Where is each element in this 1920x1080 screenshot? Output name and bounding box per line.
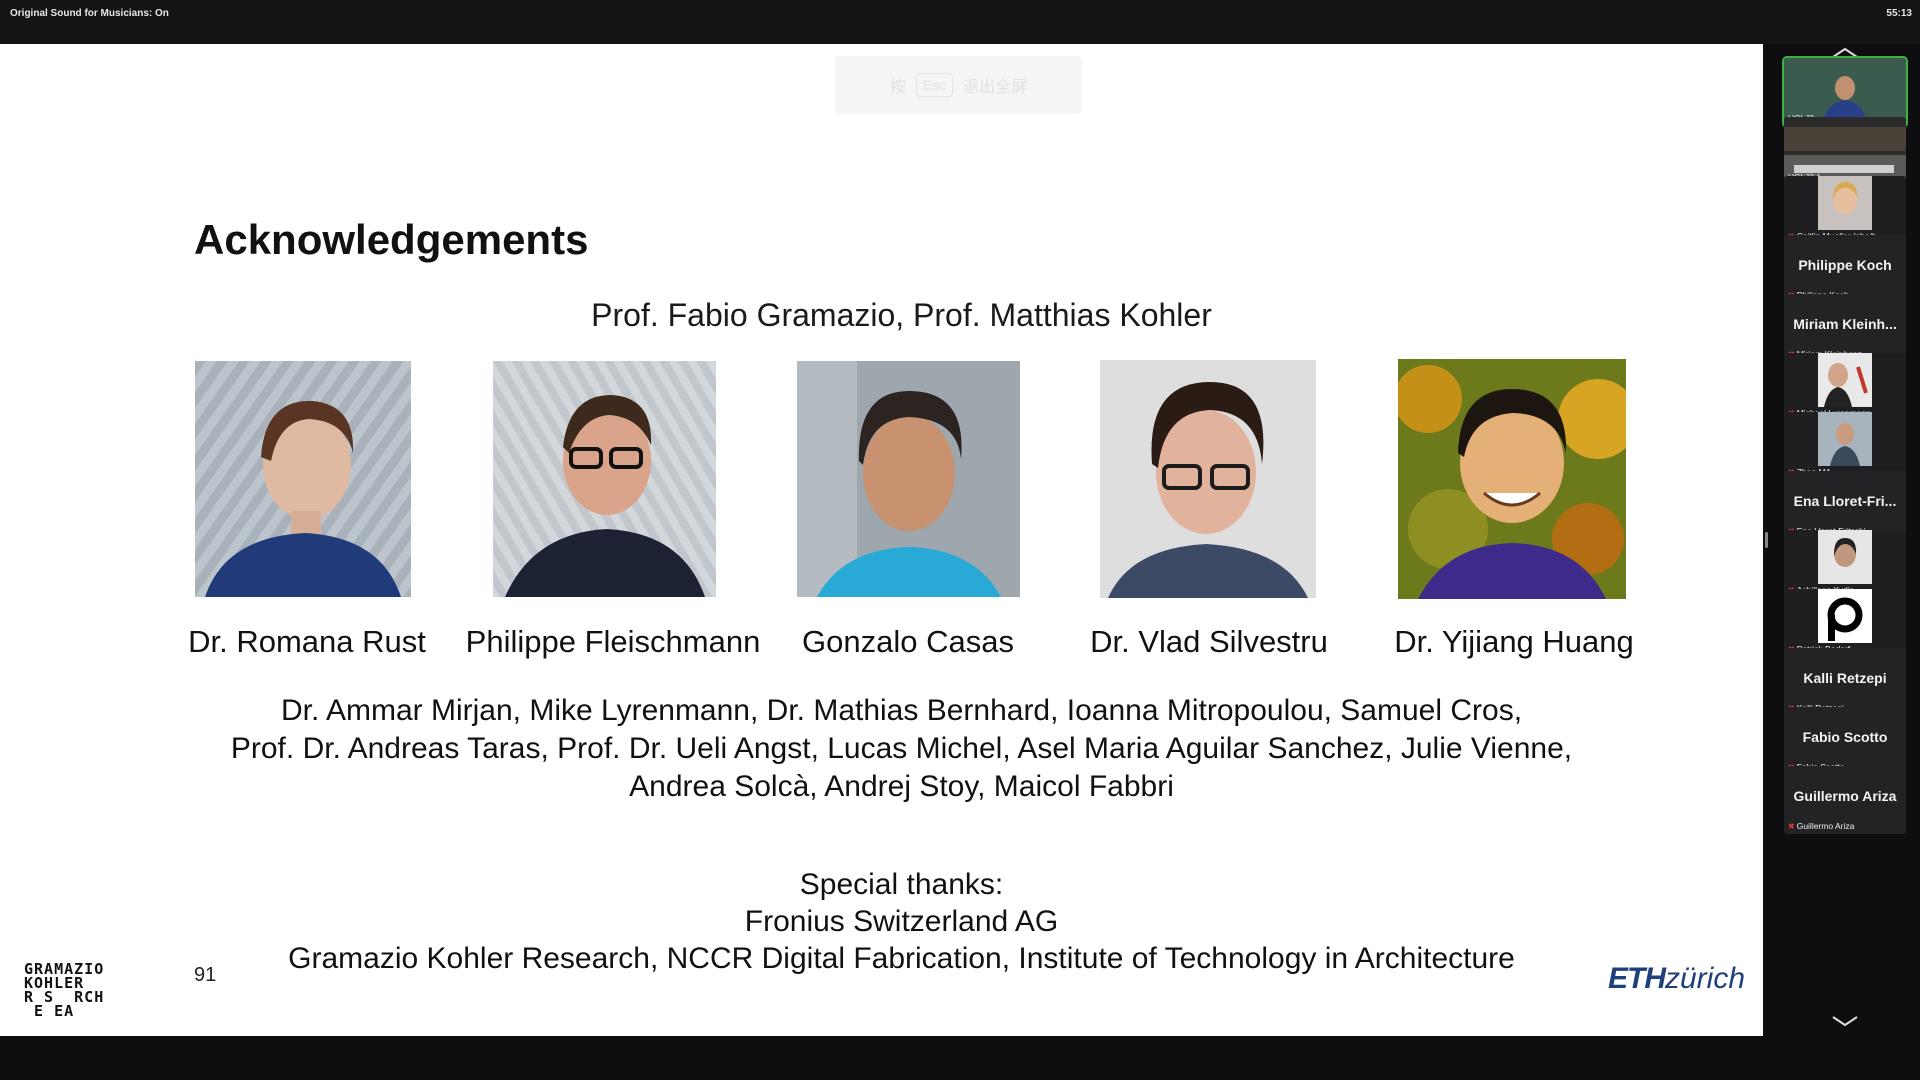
- slide-title: Acknowledgements: [194, 216, 589, 263]
- special-thanks-line: Fronius Switzerland AG: [744, 905, 1059, 938]
- participant-tile[interactable]: HCI J2 1: [1784, 117, 1906, 185]
- participant-tile[interactable]: HCI J2: [1782, 56, 1908, 128]
- participant-tile[interactable]: Ena Lloret-Fri...✖Ena Lloret-Fritschi: [1784, 471, 1906, 539]
- top-bar: Original Sound for Musicians: On 55:13: [0, 0, 1920, 44]
- participant-display-name: Guillermo Ariza: [1793, 788, 1897, 804]
- participant-tile[interactable]: Philippe Koch✖Philippe Koch: [1784, 235, 1906, 303]
- original-sound-status[interactable]: Original Sound for Musicians: On: [10, 8, 169, 19]
- person-name: Dr. Vlad Silvestru: [1090, 624, 1328, 659]
- special-thanks: Special thanks: Fronius Switzerland AG G…: [0, 866, 1763, 977]
- participant-tile[interactable]: ✖Zhao MA: [1784, 412, 1906, 480]
- participant-display-name: Ena Lloret-Fri...: [1793, 493, 1897, 509]
- participant-tile[interactable]: Guillermo Ariza ✖ Guillermo Ariza: [1784, 766, 1906, 834]
- person-photo: [195, 361, 411, 597]
- participants-sidebar: HCI J2HCI J2 1✖Caitlin Mueller (she/h...…: [1770, 44, 1920, 1036]
- participant-name-label: ✖ Guillermo Ariza: [1788, 821, 1855, 831]
- meeting-timer: 55:13: [1886, 8, 1912, 19]
- contributors-line: Andrea Solcà, Andrej Stoy, Maicol Fabbri: [629, 770, 1174, 803]
- person-photo: [1100, 360, 1316, 598]
- person-name: Dr. Yijiang Huang: [1394, 624, 1634, 659]
- panel-resize-handle[interactable]: [1765, 532, 1768, 548]
- participant-tile[interactable]: ✖Achilleas Xydis: [1784, 530, 1906, 598]
- contributors-line: Prof. Dr. Andreas Taras, Prof. Dr. Ueli …: [230, 732, 1573, 765]
- slide-page-number: 91: [194, 964, 217, 986]
- person-name: Dr. Romana Rust: [188, 624, 426, 659]
- participant-display-name: Kalli Retzepi: [1803, 670, 1887, 686]
- scroll-down-icon[interactable]: [1830, 1014, 1860, 1028]
- participant-display-name: Fabio Scotto: [1802, 729, 1888, 745]
- gramazio-kohler-logo: GRAMAZIO KOHLER R S RCH E EA: [24, 960, 105, 1020]
- muted-mic-icon: ✖: [1788, 822, 1795, 831]
- person-photo: [493, 361, 716, 597]
- special-thanks-heading: Special thanks:: [799, 868, 1004, 901]
- person-name: Philippe Fleischmann: [465, 624, 761, 659]
- participant-tile[interactable]: ✖Caitlin Mueller (she/h...: [1784, 176, 1906, 244]
- eth-zurich-logo: ETHzürich: [1608, 962, 1746, 995]
- esc-hint-prefix: 按: [889, 79, 906, 96]
- participant-tile[interactable]: Kalli Retzepi✖Kalli Retzepi: [1784, 648, 1906, 716]
- participant-display-name: Miriam Kleinh...: [1793, 316, 1897, 332]
- person-photo: [1398, 359, 1626, 599]
- esc-key: Esc: [915, 73, 954, 97]
- participant-tile[interactable]: Miriam Kleinh...✖Miriam Kleinhenz: [1784, 294, 1906, 362]
- participant-tile[interactable]: ✖Patrick Bedarf: [1784, 589, 1906, 657]
- participant-display-name: Philippe Koch: [1798, 257, 1892, 273]
- exit-fullscreen-hint: 按 Esc 退出全屏: [835, 56, 1082, 114]
- professors-line: Prof. Fabio Gramazio, Prof. Matthias Koh…: [591, 297, 1212, 333]
- other-contributors: Dr. Ammar Mirjan, Mike Lyrenmann, Dr. Ma…: [0, 692, 1763, 806]
- contributors-line: Dr. Ammar Mirjan, Mike Lyrenmann, Dr. Ma…: [280, 694, 1523, 727]
- special-thanks-line: Gramazio Kohler Research, NCCR Digital F…: [288, 942, 1515, 975]
- person-name: Gonzalo Casas: [802, 624, 1014, 659]
- participant-tile[interactable]: ✖Michael Lyrenmann: [1784, 353, 1906, 421]
- shared-slide: 按 Esc 退出全屏 Acknowledgements Prof. Fabio …: [0, 44, 1763, 1036]
- esc-hint-suffix: 退出全屏: [963, 79, 1028, 96]
- person-photo: [797, 361, 1020, 597]
- participant-tile[interactable]: Fabio Scotto✖Fabio Scotto: [1784, 707, 1906, 775]
